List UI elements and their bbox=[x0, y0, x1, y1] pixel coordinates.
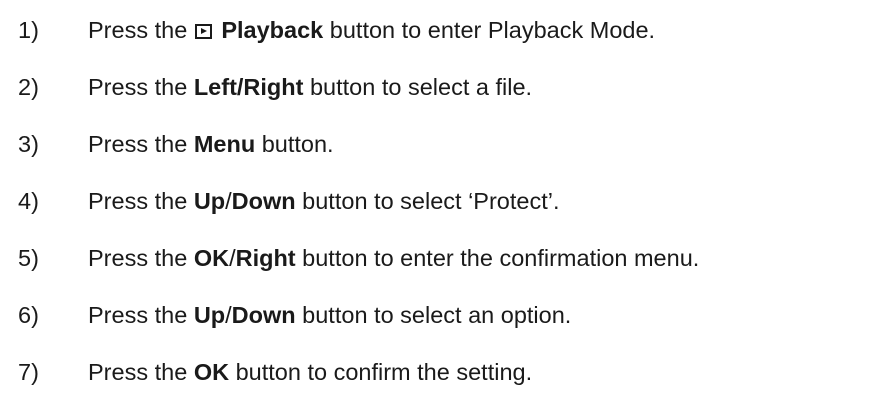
step-text-pre: Press the bbox=[88, 302, 188, 328]
button-name: Playback bbox=[221, 17, 324, 43]
step-text: Press the OK button to confirm the setti… bbox=[88, 352, 532, 392]
button-name: OK bbox=[193, 359, 230, 385]
step-number: 5) bbox=[18, 245, 39, 271]
playback-icon bbox=[194, 24, 212, 39]
button-name-a: OK bbox=[193, 245, 230, 271]
step-number: 3) bbox=[18, 131, 39, 157]
step-text-post: button to select ‘Protect’. bbox=[302, 188, 560, 214]
button-name: Menu bbox=[193, 131, 256, 157]
button-name-b: Down bbox=[231, 188, 296, 214]
step-text-pre: Press the bbox=[88, 17, 188, 43]
button-name-a: Up bbox=[193, 188, 226, 214]
button-name-b: Down bbox=[231, 302, 296, 328]
step-text-post: button to enter the confirmation menu. bbox=[302, 245, 700, 271]
step-text-post: button to enter Playback Mode. bbox=[329, 17, 656, 43]
step-text: Press the Menu button. bbox=[88, 124, 334, 164]
step-text-pre: Press the bbox=[88, 359, 188, 385]
step-number: 7) bbox=[18, 359, 39, 385]
step-text-pre: Press the bbox=[88, 74, 188, 100]
step-text: Press the Up/Down button to select an op… bbox=[88, 295, 571, 335]
step-text-pre: Press the bbox=[88, 131, 188, 157]
step-text-post: button to select a file. bbox=[309, 74, 533, 100]
button-name: Left/Right bbox=[193, 74, 304, 100]
step-number: 2) bbox=[18, 74, 39, 100]
step-text-post: button to confirm the setting. bbox=[235, 359, 533, 385]
step-text: Press the OK/Right button to enter the c… bbox=[88, 238, 699, 278]
step-number: 4) bbox=[18, 188, 39, 214]
step-text-post: button. bbox=[261, 131, 334, 157]
step-number: 1) bbox=[18, 17, 39, 43]
button-name-a: Up bbox=[193, 302, 226, 328]
step-number: 6) bbox=[18, 302, 39, 328]
step-text-pre: Press the bbox=[88, 245, 188, 271]
instruction-steps: 1) Press the Playback button to enter Pl… bbox=[0, 0, 893, 394]
step-text-post: button to select an option. bbox=[302, 302, 572, 328]
step-text: Press the Playback button to enter Playb… bbox=[88, 10, 655, 50]
step-text-pre: Press the bbox=[88, 188, 188, 214]
step-text: Press the Up/Down button to select ‘Prot… bbox=[88, 181, 560, 221]
button-name-b: Right bbox=[235, 245, 296, 271]
step-text: Press the Left/Right button to select a … bbox=[88, 67, 532, 107]
